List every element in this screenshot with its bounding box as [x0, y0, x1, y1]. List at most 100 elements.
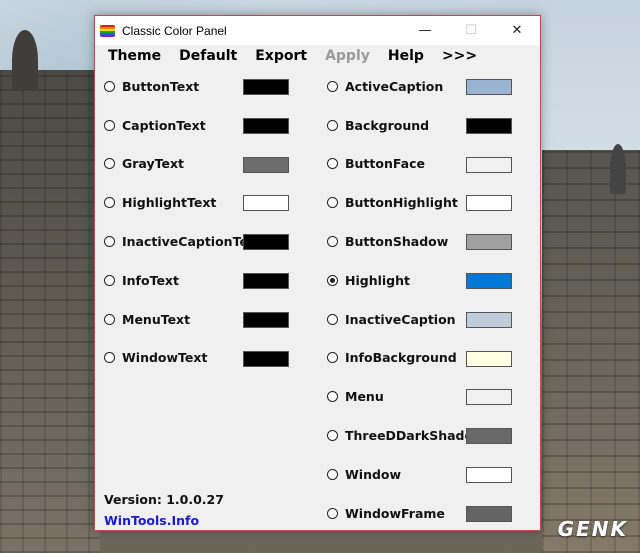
radio-buttonshadow[interactable] [327, 236, 338, 248]
label-window: Window [345, 466, 402, 482]
radio-buttontext[interactable] [104, 80, 115, 92]
color-option-buttonface[interactable]: ButtonFace [327, 145, 537, 184]
swatch-highlight[interactable] [466, 272, 512, 289]
radio-graytext[interactable] [104, 158, 115, 170]
label-activecaption: ActiveCaption [345, 78, 444, 94]
color-option-inactivecaption[interactable]: InactiveCaption [327, 300, 537, 339]
label-windowtext: WindowText [122, 350, 208, 366]
swatch-window[interactable] [466, 466, 512, 483]
radio-highlight[interactable] [327, 274, 338, 286]
swatch-inactivecaption[interactable] [466, 311, 512, 328]
color-option-activecaption[interactable]: ActiveCaption [327, 67, 537, 106]
menu-bar: Theme Default Export Apply Help >>> [95, 45, 540, 67]
menu-more[interactable]: >>> [442, 48, 477, 64]
label-buttontext: ButtonText [122, 78, 200, 94]
swatch-buttonshadow[interactable] [466, 234, 512, 251]
radio-menu[interactable] [327, 391, 338, 403]
radio-activecaption[interactable] [327, 80, 338, 92]
color-option-background[interactable]: Background [327, 106, 537, 145]
radio-menutext[interactable] [104, 313, 115, 325]
radio-infotext[interactable] [104, 274, 115, 286]
radio-captiontext[interactable] [104, 119, 115, 131]
label-highlighttext: HighlightText [122, 195, 217, 211]
swatch-windowframe[interactable] [466, 505, 512, 522]
label-captiontext: CaptionText [122, 117, 206, 133]
swatch-activecaption[interactable] [466, 79, 512, 95]
menu-theme[interactable]: Theme [108, 48, 161, 64]
swatch-highlighttext[interactable] [243, 195, 289, 212]
color-option-buttontext[interactable]: ButtonText [104, 67, 304, 106]
label-threeddarkshadow: ThreeDDarkShadow [345, 428, 485, 444]
radio-threeddarkshadow[interactable] [327, 430, 338, 442]
menu-export[interactable]: Export [255, 48, 307, 64]
menu-apply: Apply [325, 48, 370, 64]
swatch-threeddarkshadow[interactable] [466, 428, 512, 445]
label-menutext: MenuText [122, 311, 191, 327]
menu-help[interactable]: Help [388, 48, 424, 64]
radio-window[interactable] [327, 468, 338, 480]
rainbow-app-icon [100, 24, 115, 37]
swatch-graytext[interactable] [243, 156, 289, 173]
wintools-link[interactable]: WinTools.Info [104, 513, 199, 528]
temple-stupa-left [0, 30, 100, 553]
color-option-inactivecaptiontext[interactable]: InactiveCaptionText [104, 222, 304, 261]
radio-windowframe[interactable] [327, 507, 338, 519]
swatch-infobackground[interactable] [466, 350, 512, 367]
color-option-highlighttext[interactable]: HighlightText [104, 183, 304, 222]
swatch-buttonhighlight[interactable] [466, 195, 512, 212]
label-inactivecaptiontext: InactiveCaptionText [122, 234, 262, 250]
version-label: Version: 1.0.0.27 [104, 492, 224, 507]
color-option-infobackground[interactable]: InfoBackground [327, 339, 537, 378]
label-inactivecaption: InactiveCaption [345, 311, 456, 327]
radio-highlighttext[interactable] [104, 197, 115, 209]
color-option-menu[interactable]: Menu [327, 377, 537, 416]
classic-color-panel-window: Classic Color Panel — ☐ ✕ Theme Default … [94, 15, 541, 531]
label-menu: Menu [345, 389, 384, 405]
window-title: Classic Color Panel [122, 23, 227, 38]
color-option-highlight[interactable]: Highlight [327, 261, 537, 300]
swatch-buttontext[interactable] [243, 79, 289, 95]
color-option-windowframe[interactable]: WindowFrame [327, 494, 537, 533]
swatch-inactivecaptiontext[interactable] [243, 234, 289, 251]
temple-stupa-right [542, 144, 640, 553]
title-bar[interactable]: Classic Color Panel — ☐ ✕ [95, 16, 540, 45]
color-option-window[interactable]: Window [327, 455, 537, 494]
left-color-column: ButtonText CaptionText GrayText HighlightTe… [104, 67, 304, 377]
swatch-background[interactable] [466, 117, 512, 134]
radio-windowtext[interactable] [104, 352, 115, 364]
swatch-buttonface[interactable] [466, 156, 512, 173]
color-option-infotext[interactable]: InfoText [104, 261, 304, 300]
color-option-threeddarkshadow[interactable]: ThreeDDarkShadow [327, 416, 537, 455]
radio-buttonhighlight[interactable] [327, 197, 338, 209]
maximize-icon: ☐ [465, 23, 477, 38]
watermark-logo: GENK [557, 517, 628, 541]
label-graytext: GrayText [122, 156, 185, 172]
radio-buttonface[interactable] [327, 158, 338, 170]
label-background: Background [345, 117, 430, 133]
radio-inactivecaptiontext[interactable] [104, 236, 115, 248]
right-color-column: ActiveCaption Background ButtonFace ButtonH… [327, 67, 537, 533]
color-option-windowtext[interactable]: WindowText [104, 339, 304, 378]
color-option-buttonhighlight[interactable]: ButtonHighlight [327, 183, 537, 222]
swatch-infotext[interactable] [243, 272, 289, 289]
label-infobackground: InfoBackground [345, 350, 457, 366]
minimize-icon[interactable]: — [402, 16, 448, 45]
label-buttonhighlight: ButtonHighlight [345, 195, 458, 211]
radio-background[interactable] [327, 119, 338, 131]
window-controls: — ☐ ✕ [402, 16, 540, 45]
close-icon[interactable]: ✕ [494, 16, 540, 45]
color-option-buttonshadow[interactable]: ButtonShadow [327, 222, 537, 261]
color-option-menutext[interactable]: MenuText [104, 300, 304, 339]
color-option-captiontext[interactable]: CaptionText [104, 106, 304, 145]
label-highlight: Highlight [345, 272, 410, 288]
swatch-menu[interactable] [466, 389, 512, 406]
swatch-menutext[interactable] [243, 311, 289, 328]
label-infotext: InfoText [122, 272, 179, 288]
radio-infobackground[interactable] [327, 352, 338, 364]
color-option-graytext[interactable]: GrayText [104, 145, 304, 184]
menu-default[interactable]: Default [179, 48, 237, 64]
radio-inactivecaption[interactable] [327, 313, 338, 325]
swatch-captiontext[interactable] [243, 117, 289, 134]
color-options-area: ButtonText CaptionText GrayText HighlightTe… [95, 67, 540, 532]
swatch-windowtext[interactable] [243, 350, 289, 367]
